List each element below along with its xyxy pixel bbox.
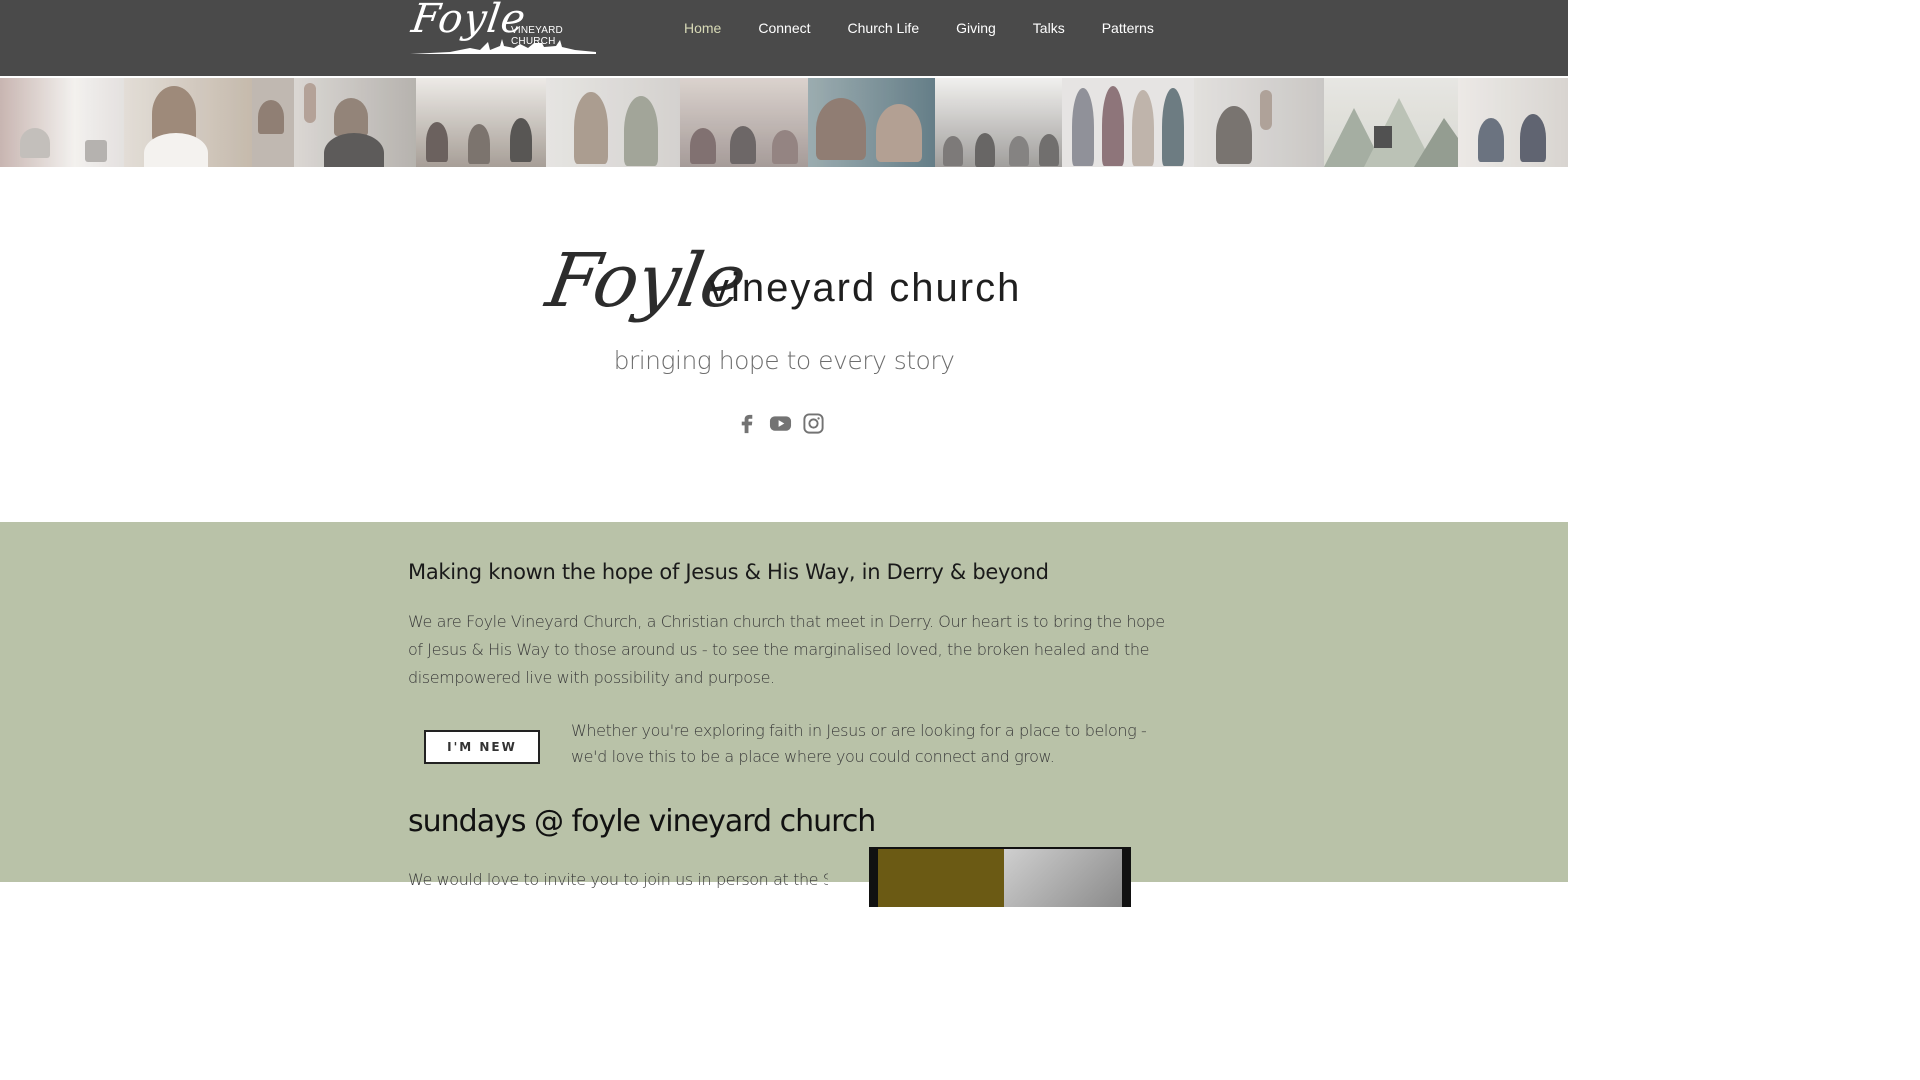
photo-congregation [680,78,808,167]
hero-wordmark: Foyle vineyard church [540,238,1019,348]
video-left-panel [878,849,1004,907]
nav-connect[interactable]: Connect [758,20,810,36]
video-right-panel [1004,849,1122,907]
hero-tagline: bringing hope to every story [613,346,955,375]
invite-paragraph: We would love to invite you to join us i… [408,870,828,889]
photo-people-sitting [1458,78,1568,167]
skyline-graphic [410,39,596,54]
sundays-heading: sundays @ foyle vineyard church [408,804,876,839]
mission-heading: Making known the hope of Jesus & His Way… [408,560,1049,584]
main-nav: Home Connect Church Life Giving Talks Pa… [684,20,1191,36]
photo-window-mug [0,78,124,167]
youtube-icon[interactable] [769,412,792,435]
nav-patterns[interactable]: Patterns [1102,20,1154,36]
photo-banner [0,78,1568,167]
nav-talks[interactable]: Talks [1033,20,1065,36]
im-new-button[interactable]: I'M NEW [424,730,540,764]
photo-man-raised-hand [294,78,416,167]
facebook-icon[interactable] [736,412,759,435]
social-links [736,412,825,435]
photo-crowd-hall [935,78,1062,167]
about-section: Making known the hope of Jesus & His Way… [0,522,1568,907]
welcome-paragraph: Whether you're exploring faith in Jesus … [571,721,1147,766]
video-thumbnail[interactable] [869,847,1131,907]
site-header: Foyle VINEYARD CHURCH Home Connect Churc… [0,0,1568,76]
photo-room-gathering [416,78,546,167]
site-logo[interactable]: Foyle VINEYARD CHURCH [409,0,610,60]
hero-title-text: vineyard church [709,266,1022,310]
photo-worship-hands [1194,78,1324,167]
photo-two-women-smiling [808,78,935,167]
photo-two-people-chairs [546,78,680,167]
photo-group-standing [1062,78,1194,167]
intro-paragraph: We are Foyle Vineyard Church, a Christia… [408,612,1165,687]
nav-home[interactable]: Home [684,20,721,36]
nav-church-life[interactable]: Church Life [848,20,920,36]
photo-woman-speaking [252,78,294,167]
photo-woman-curly-hair [124,78,252,167]
nav-giving[interactable]: Giving [956,20,996,36]
photo-mountain-mural [1324,78,1458,167]
instagram-icon[interactable] [802,412,825,435]
